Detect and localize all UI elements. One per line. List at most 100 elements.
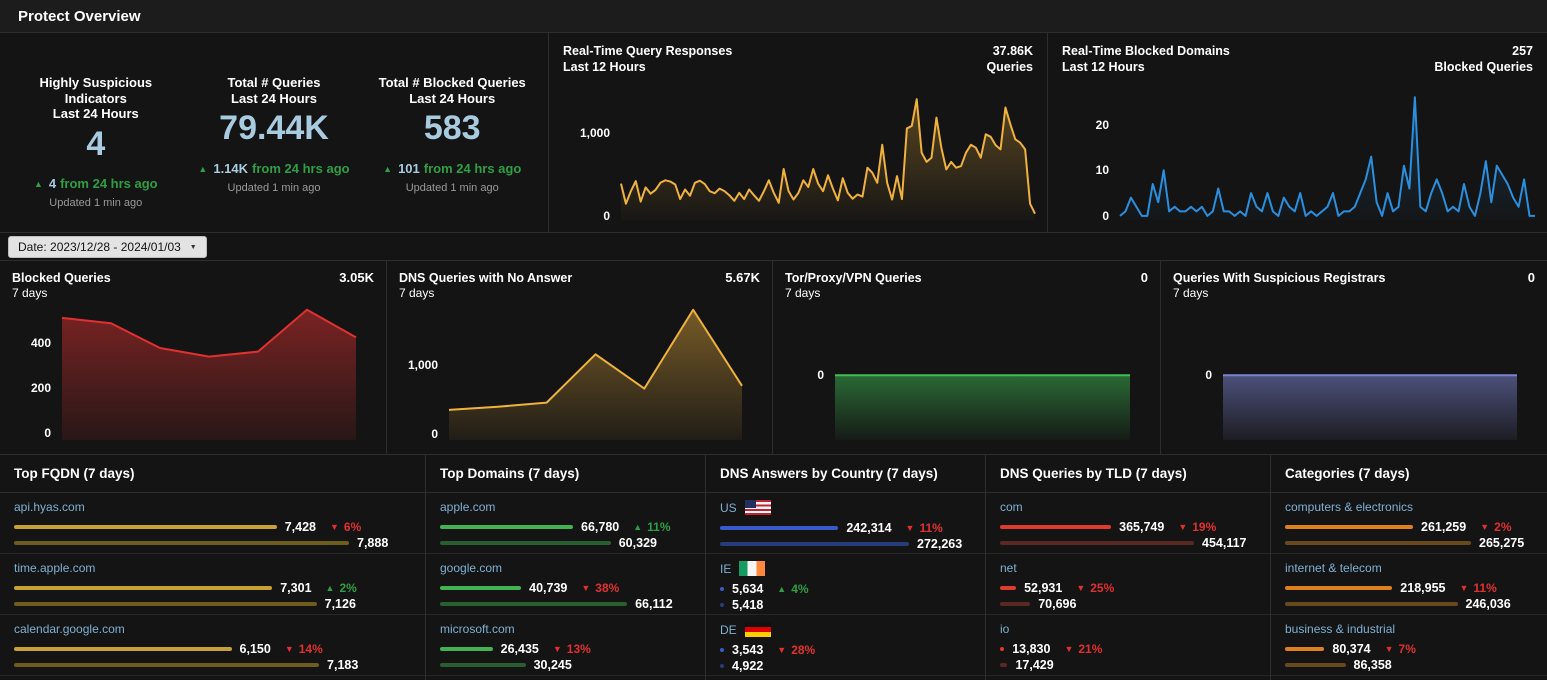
chart-period: 7 days [12, 286, 111, 302]
y-axis-tick: 400 [31, 335, 51, 351]
ie-flag-icon [739, 561, 765, 576]
list-column-title: Categories (7 days) [1271, 455, 1547, 493]
list-item: business & industrial80,374▼7%86,358 [1271, 615, 1547, 676]
previous-bar [720, 664, 724, 668]
stat-delta-value: 101 [398, 161, 420, 176]
chart-header: Tor/Proxy/VPN Queries7 days0 [773, 261, 1160, 302]
current-value: 7,301 [280, 581, 311, 595]
previous-value: 272,263 [917, 537, 962, 551]
current-bar [1285, 586, 1392, 590]
y-axis-tick: 0 [817, 367, 824, 383]
item-label-link[interactable]: computers & electronics [1285, 500, 1533, 514]
chart-total-value: 3.05K [339, 270, 374, 302]
previous-value: 17,429 [1015, 658, 1053, 672]
item-label-link[interactable]: api.hyas.com [14, 500, 411, 514]
list-item: google.com40,739▼38%66,112 [426, 554, 705, 615]
trend-down-icon: ▼ [1064, 644, 1073, 654]
date-range-dropdown[interactable]: Date: 2023/12/28 - 2024/01/03 ▼ [8, 236, 207, 258]
stat-subtitle: Last 24 Hours [364, 91, 541, 107]
item-label-text: internet & telecom [1285, 561, 1382, 575]
stat-delta-text: from 24 hrs ago [60, 176, 158, 191]
item-label-link[interactable]: US [720, 500, 971, 515]
change-percent: 7% [1399, 642, 1416, 656]
previous-bar-row: 454,117 [1000, 535, 1256, 551]
current-bar [14, 525, 277, 529]
chart-period: 7 days [399, 286, 572, 302]
previous-bar [440, 541, 611, 545]
realtime-blocked-domains-panel: Real-Time Blocked Domains Last 12 Hours … [1047, 33, 1547, 232]
previous-bar-row: 272,263 [720, 536, 971, 552]
item-label-text: DE [720, 623, 737, 637]
trend-down-icon: ▼ [1385, 644, 1394, 654]
previous-value: 30,245 [534, 658, 572, 672]
chart-header-left: Queries With Suspicious Registrars7 days [1173, 270, 1385, 302]
stat-title: Total # Blocked Queries [364, 75, 541, 91]
current-value: 5,634 [732, 582, 763, 596]
stat-delta-text: from 24 hrs ago [424, 161, 522, 176]
chart-header-left: DNS Queries with No Answer7 days [399, 270, 572, 302]
item-label-link[interactable]: calendar.google.com [14, 622, 411, 636]
item-label-link[interactable]: DE [720, 622, 971, 637]
chart-header: Queries With Suspicious Registrars7 days… [1161, 261, 1547, 302]
item-label-link[interactable]: microsoft.com [440, 622, 691, 636]
item-label-link[interactable]: IE [720, 561, 971, 576]
item-label-link[interactable]: net [1000, 561, 1256, 575]
current-bar-row: 7,428▼6% [14, 519, 411, 535]
trend-up-icon: ▲ [198, 164, 207, 174]
item-label-text: google.com [440, 561, 502, 575]
change-indicator: ▼ 7% [1385, 642, 1416, 656]
change-percent: 11% [1473, 581, 1496, 595]
previous-bar [14, 602, 317, 606]
item-label-link[interactable]: business & industrial [1285, 622, 1533, 636]
stat-subtitle: Last 24 Hours [186, 91, 363, 107]
chart-header: DNS Queries with No Answer7 days5.67K [387, 261, 772, 302]
item-label-text: microsoft.com [440, 622, 515, 636]
trend-down-icon: ▼ [330, 522, 339, 532]
current-bar-row: 242,314▼11% [720, 520, 971, 536]
change-percent: 11% [919, 521, 942, 535]
current-bar [1000, 586, 1016, 590]
protect-overview-dashboard: Protect Overview Highly Suspicious Indic… [0, 0, 1547, 680]
realtime-blocked-line-chart: 01020 [1120, 95, 1535, 220]
stats-panel: Highly Suspicious IndicatorsLast 24 Hour… [0, 33, 548, 232]
previous-value: 5,418 [732, 598, 763, 612]
item-label-link[interactable]: internet & telecom [1285, 561, 1533, 575]
y-axis-tick: 0 [1205, 367, 1212, 383]
stat-updated: Updated 1 min ago [364, 182, 541, 194]
previous-value: 7,126 [325, 597, 356, 611]
trend-down-icon: ▼ [777, 645, 786, 655]
stat-card: Highly Suspicious IndicatorsLast 24 Hour… [7, 75, 184, 232]
item-label-text: IE [720, 562, 731, 576]
previous-bar [1285, 541, 1471, 545]
stat-delta: ▲1.14Kfrom 24 hrs ago [186, 161, 363, 176]
item-label-text: time.apple.com [14, 561, 95, 575]
trend-up-icon: ▲ [34, 179, 43, 189]
item-label-link[interactable]: com [1000, 500, 1256, 514]
y-axis-tick: 200 [31, 380, 51, 396]
current-bar-row: 5,634▲4% [720, 581, 971, 597]
change-percent: 4% [791, 582, 808, 596]
previous-bar-row: 70,696 [1000, 596, 1256, 612]
item-label-text: net [1000, 561, 1017, 575]
top-section: Highly Suspicious IndicatorsLast 24 Hour… [0, 33, 1547, 232]
change-percent: 2% [1494, 520, 1511, 534]
current-bar-row: 365,749▼19% [1000, 519, 1256, 535]
chart-title: DNS Queries with No Answer [399, 270, 572, 286]
previous-value: 4,922 [732, 659, 763, 673]
item-label-link[interactable]: google.com [440, 561, 691, 575]
item-label-link[interactable]: io [1000, 622, 1256, 636]
current-value: 7,428 [285, 520, 316, 534]
change-indicator: ▼2% [1480, 520, 1511, 534]
previous-bar-row: 7,888 [14, 535, 411, 551]
current-value: 6,150 [240, 642, 271, 656]
item-label-link[interactable]: apple.com [440, 500, 691, 514]
chart-title: Real-Time Query Responses [563, 43, 732, 59]
caret-down-icon: ▼ [190, 244, 197, 251]
current-bar-row: 261,259▼2% [1285, 519, 1533, 535]
y-axis-tick: 0 [603, 208, 610, 224]
list-item: net52,931▼25%70,696 [986, 554, 1270, 615]
current-bar [720, 587, 724, 591]
item-label-link[interactable]: time.apple.com [14, 561, 411, 575]
list-item: time.apple.com7,301▲2%7,126 [0, 554, 425, 615]
current-value: 40,739 [529, 581, 567, 595]
